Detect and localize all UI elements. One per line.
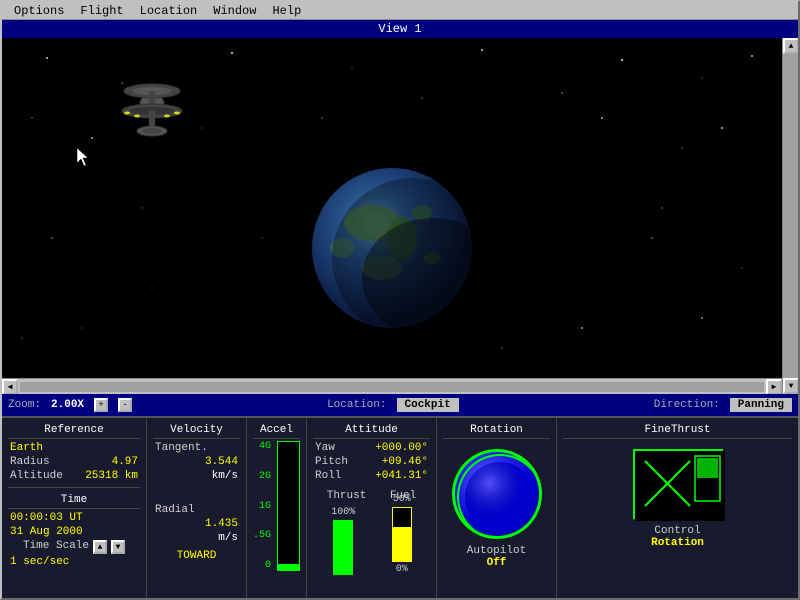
main-window: Options Flight Location Window Help View… [0,0,800,600]
zoom-bar: Zoom: 2.00X + - Location: Cockpit Direct… [2,394,798,416]
scroll-up-btn[interactable]: ▲ [783,38,799,54]
v-scroll-track[interactable] [783,54,799,378]
direction-value: TOWARD [177,550,217,562]
scroll-right-btn[interactable]: ▶ [766,379,782,395]
attitude-section: Attitude Yaw +000.00° Pitch +09.46° Roll… [307,418,437,600]
v-scrollbar[interactable]: ▲ ▼ [782,38,798,394]
rotation-title: Rotation [443,422,550,439]
roll-value: +041.31° [375,470,428,482]
time-title: Time [8,492,140,509]
accel-4g: 4G [253,441,271,452]
altitude-value: 25318 km [85,470,138,482]
attitude-title: Attitude [313,422,430,439]
menu-options[interactable]: Options [6,3,72,19]
pitch-label: Pitch [315,456,348,468]
menu-help[interactable]: Help [264,3,309,19]
accel-05g: .5G [253,530,271,541]
viewport[interactable]: ◀ ▶ [2,38,782,394]
scale-label: Time Scale [23,540,89,554]
fuel-50pct: 50% [393,494,411,505]
autopilot-label: Autopilot [443,545,550,557]
pitch-value: +09.46° [382,456,428,468]
accel-2g: 2G [253,471,271,482]
control-panel: Reference Earth Radius 4.97 Altitude 253… [2,416,798,600]
time-value: 00:00:03 UT [10,512,83,524]
radius-value: 4.97 [112,456,138,468]
menu-bar: Options Flight Location Window Help [2,2,798,20]
yaw-value: +000.00° [375,442,428,454]
tangent-label: Tangent. [155,442,208,454]
scroll-left-btn[interactable]: ◀ [2,379,18,395]
accel-section: Accel 4G 2G 1G .5G 0 [247,418,307,600]
direction-value: Panning [730,398,792,412]
tangent-value: 3.544 [205,456,238,468]
h-scrollbar[interactable]: ◀ ▶ [2,378,782,394]
finethrust-section: FineThrust Control Rotation [557,418,798,600]
altitude-label: Altitude [10,470,63,482]
thrust-label: Thrust [327,490,367,502]
finethrust-display [633,449,723,519]
menu-flight[interactable]: Flight [72,3,131,19]
date-value: 31 Aug 2000 [10,526,83,538]
rotation-section: Rotation Au [437,418,557,600]
yaw-label: Yaw [315,442,335,454]
thrust-pct: 100% [331,507,355,518]
finethrust-title: FineThrust [563,422,792,439]
accel-0g: 0 [253,560,271,571]
reference-title: Reference [8,422,140,439]
velocity-title: Velocity [153,422,240,439]
zoom-minus-btn[interactable]: - [118,398,132,412]
title-bar: View 1 [2,20,798,38]
roll-label: Roll [315,470,341,482]
location-label: Location: [327,399,386,411]
zoom-label: Zoom: [8,399,41,411]
gyro-display [452,449,542,539]
autopilot-value: Off [443,557,550,569]
space-background [2,38,782,394]
window-title: View 1 [378,22,421,36]
menu-location[interactable]: Location [132,3,206,19]
earth-value: Earth [10,442,43,454]
h-scroll-track[interactable] [20,382,764,392]
accel-1g: 1G [253,501,271,512]
radial-unit: m/s [218,532,238,544]
menu-window[interactable]: Window [205,3,264,19]
zoom-plus-btn[interactable]: + [94,398,108,412]
control-value: Rotation [563,537,792,549]
scroll-down-btn[interactable]: ▼ [783,378,799,394]
velocity-section: Velocity Tangent. 3.544 km/s Radial 1.43… [147,418,247,600]
scale-value: 1 sec/sec [10,556,69,568]
radial-value: 1.435 [205,518,238,530]
radial-label: Radial [155,504,195,516]
scale-down-btn[interactable]: ▼ [111,540,125,554]
location-value: Cockpit [397,398,459,412]
radius-label: Radius [10,456,50,468]
reference-section: Reference Earth Radius 4.97 Altitude 253… [2,418,147,600]
direction-label: Direction: [654,399,720,411]
velocity-unit: km/s [212,470,238,482]
control-label: Control [563,525,792,537]
zoom-value: 2.00X [51,399,84,411]
fuel-0pct: 0% [396,564,408,575]
accel-title: Accel [253,422,300,439]
scale-up-btn[interactable]: ▲ [93,540,107,554]
